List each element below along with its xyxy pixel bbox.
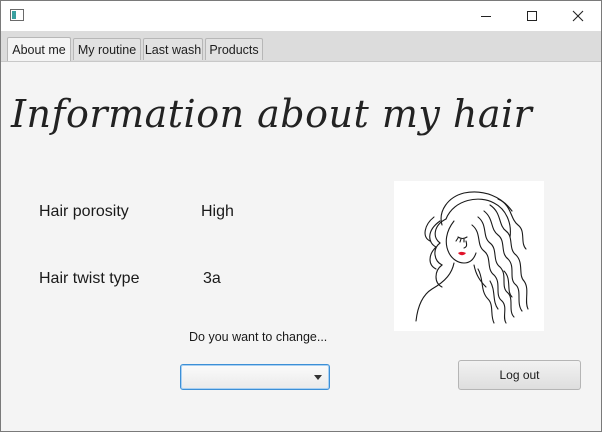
- woman-hair-icon: [415, 191, 529, 324]
- hair-twist-type-label: Hair twist type: [39, 270, 140, 287]
- tab-products[interactable]: Products: [205, 38, 263, 60]
- about-me-panel: Information about my hair Hair porosity …: [1, 62, 601, 431]
- app-window: About me My routine Last wash Products I…: [0, 0, 602, 432]
- change-select[interactable]: [180, 364, 330, 390]
- tab-bar: About me My routine Last wash Products: [1, 31, 601, 62]
- maximize-button[interactable]: [509, 1, 555, 31]
- tab-my-routine[interactable]: My routine: [73, 38, 141, 60]
- logout-button[interactable]: Log out: [458, 360, 581, 390]
- close-button[interactable]: [555, 1, 601, 31]
- chevron-down-icon: [314, 375, 322, 380]
- minimize-icon: [481, 16, 491, 17]
- minimize-button[interactable]: [463, 1, 509, 31]
- page-title: Information about my hair: [11, 92, 533, 136]
- title-bar: [1, 1, 601, 31]
- maximize-icon: [527, 11, 537, 21]
- close-icon: [572, 10, 584, 22]
- hair-twist-type-value: 3a: [203, 270, 221, 287]
- app-icon: [10, 9, 24, 21]
- change-prompt: Do you want to change...: [189, 330, 328, 344]
- tab-last-wash[interactable]: Last wash: [143, 38, 203, 60]
- hair-porosity-label: Hair porosity: [39, 203, 129, 220]
- tab-about-me[interactable]: About me: [7, 37, 71, 61]
- hair-illustration: [394, 181, 544, 331]
- hair-porosity-value: High: [201, 203, 234, 220]
